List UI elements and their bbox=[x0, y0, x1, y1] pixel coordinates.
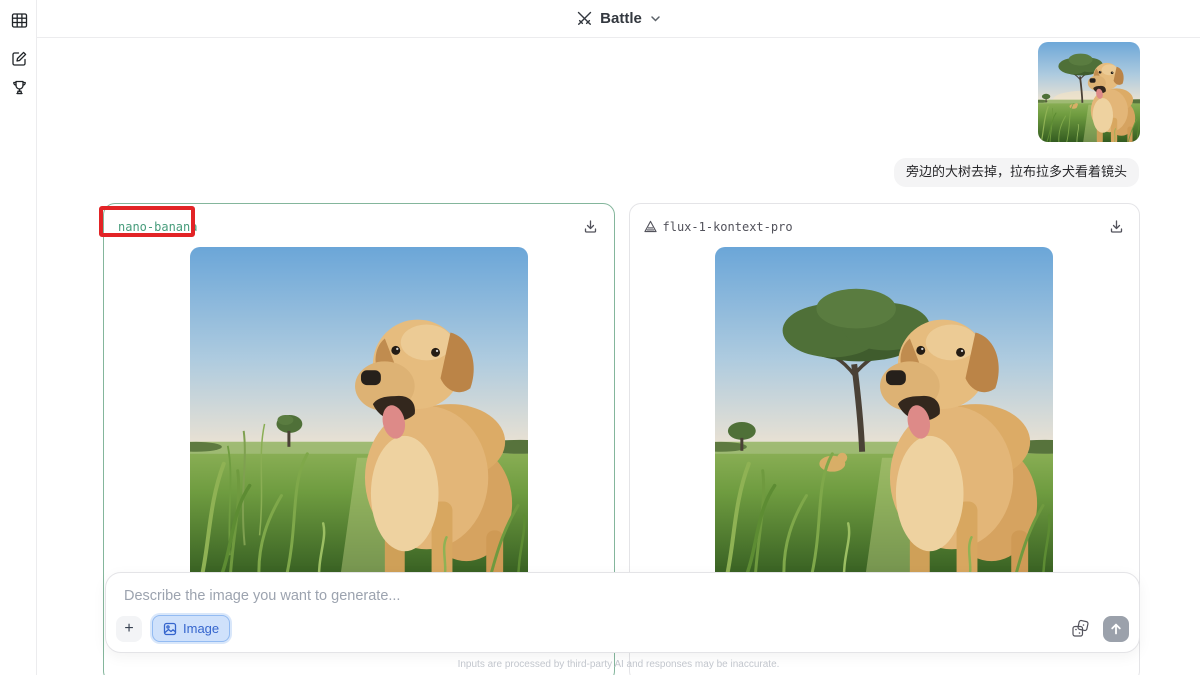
panel-right-header: flux-1-kontext-pro bbox=[630, 204, 1140, 246]
image-mode-button[interactable]: Image bbox=[152, 615, 230, 642]
arrow-up-icon bbox=[1109, 622, 1123, 636]
user-message-bubble: 旁边的大树去掉，拉布拉多犬看着镜头 bbox=[894, 158, 1139, 187]
mode-selector[interactable]: Battle bbox=[576, 10, 661, 27]
download-icon[interactable] bbox=[1107, 218, 1125, 236]
generated-image-right[interactable] bbox=[715, 247, 1053, 585]
download-icon[interactable] bbox=[582, 218, 600, 236]
add-attachment-button[interactable]: + bbox=[116, 616, 142, 642]
sidebar bbox=[0, 0, 37, 675]
send-button[interactable] bbox=[1103, 616, 1129, 642]
prompt-composer: + Image bbox=[105, 572, 1140, 653]
generated-image-left[interactable] bbox=[190, 247, 528, 585]
image-button-label: Image bbox=[183, 621, 219, 636]
dice-random-icon[interactable] bbox=[1069, 618, 1091, 640]
mode-title: Battle bbox=[600, 10, 642, 27]
crossed-swords-icon bbox=[576, 10, 593, 27]
app-window: Battle bbox=[0, 0, 1200, 675]
image-icon bbox=[163, 622, 177, 636]
panel-left-header: nano-banana bbox=[104, 204, 614, 246]
disclaimer-text: Inputs are processed by third-party AI a… bbox=[37, 659, 1200, 670]
leaderboard-grid-icon[interactable] bbox=[9, 10, 29, 30]
model-name-left: nano-banana bbox=[118, 220, 197, 234]
chevron-down-icon bbox=[650, 13, 661, 24]
flux-logo-icon bbox=[644, 220, 657, 233]
trophy-icon[interactable] bbox=[9, 77, 29, 97]
user-uploaded-image[interactable] bbox=[1038, 42, 1140, 142]
model-name-right: flux-1-kontext-pro bbox=[663, 220, 793, 234]
prompt-input[interactable] bbox=[114, 583, 1131, 609]
compose-icon[interactable] bbox=[9, 48, 29, 68]
top-header: Battle bbox=[37, 0, 1200, 38]
